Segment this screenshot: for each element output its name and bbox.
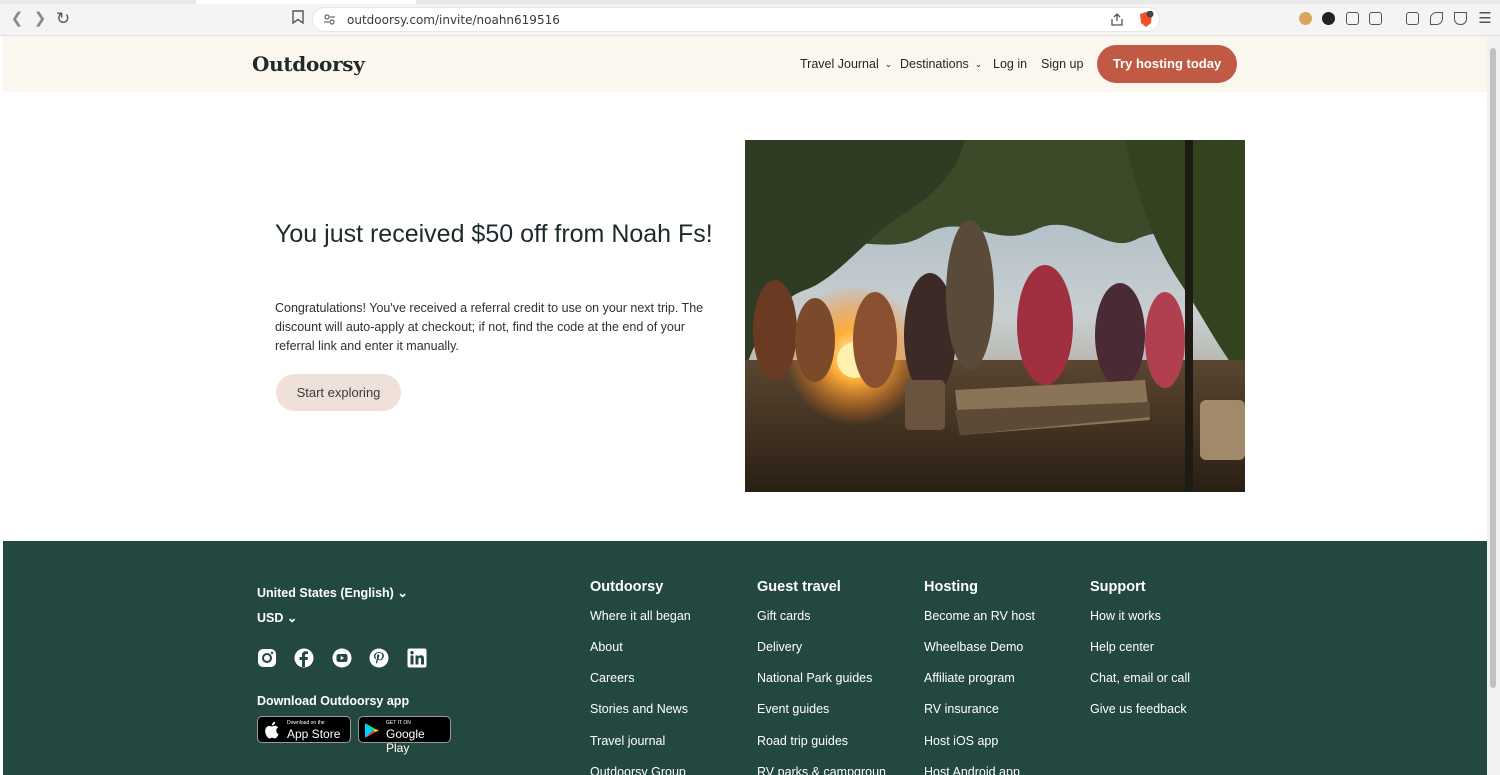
site-settings-icon[interactable] — [323, 13, 336, 31]
footer-link[interactable]: Where it all began — [590, 609, 691, 623]
facebook-icon[interactable] — [294, 648, 314, 668]
currency-selector[interactable]: USD ⌄ — [257, 610, 297, 625]
footer-link[interactable]: Host iOS app — [924, 734, 998, 748]
outdoorsy-logo[interactable]: Outdoorsy — [252, 52, 365, 76]
site-footer: United States (English) ⌄ USD ⌄ Download… — [3, 541, 1487, 775]
brave-shield-icon[interactable] — [1138, 10, 1154, 33]
start-exploring-button[interactable]: Start exploring — [276, 374, 401, 411]
active-tab[interactable] — [196, 0, 416, 4]
pinterest-icon[interactable] — [369, 648, 389, 668]
address-bar[interactable]: outdoorsy.com/invite/noahn619516 — [312, 7, 1160, 32]
puzzle-icon[interactable] — [1346, 12, 1359, 25]
footer-link[interactable]: About — [590, 640, 623, 654]
hero-title: You just received $50 off from Noah Fs! — [275, 220, 713, 248]
share-icon[interactable] — [1110, 13, 1124, 31]
footer-col-title: Guest travel — [757, 579, 841, 595]
footer-link[interactable]: RV insurance — [924, 702, 999, 716]
campfire-photo — [745, 140, 1245, 492]
app-store-small: Download on the — [287, 720, 325, 726]
currency-label: USD — [257, 611, 284, 625]
footer-link[interactable]: Give us feedback — [1090, 702, 1187, 716]
google-play-icon — [364, 722, 380, 744]
forward-icon[interactable]: ❯ — [31, 10, 49, 28]
footer-link[interactable]: How it works — [1090, 609, 1161, 623]
footer-col-title: Hosting — [924, 579, 978, 595]
footer-link[interactable]: National Park guides — [757, 671, 872, 685]
chevron-down-icon: ⌄ — [397, 586, 408, 600]
scrollbar-thumb[interactable] — [1490, 48, 1496, 688]
wallet-icon[interactable] — [1406, 12, 1419, 25]
footer-col-title: Outdoorsy — [590, 579, 664, 595]
footer-link[interactable]: Road trip guides — [757, 734, 848, 748]
footer-link[interactable]: Outdoorsy Group — [590, 765, 686, 775]
bookmark-icon[interactable] — [289, 10, 307, 28]
menu-icon[interactable]: ☰ — [1476, 10, 1494, 28]
app-store-label: App Store — [287, 727, 341, 741]
google-play-badge[interactable]: GET IT ON Google Play — [358, 716, 451, 755]
download-app-title: Download Outdoorsy app — [257, 694, 410, 708]
extension-icon[interactable] — [1322, 12, 1335, 25]
web-page: Outdoorsy Travel Journal ⌄ Destinations ⌄ … — [3, 36, 1487, 775]
footer-link[interactable]: Stories and News — [590, 702, 688, 716]
app-store-badge[interactable]: Download on the App Store — [257, 716, 351, 743]
chevron-down-icon: ⌄ — [884, 59, 893, 69]
tab-strip — [0, 0, 1500, 4]
leo-ai-icon[interactable] — [1430, 12, 1443, 25]
chevron-down-icon: ⌄ — [974, 59, 983, 69]
footer-link[interactable]: Delivery — [757, 640, 802, 654]
extension-icon[interactable] — [1299, 12, 1312, 25]
footer-col-title: Support — [1090, 579, 1146, 595]
footer-link[interactable]: Travel journal — [590, 734, 665, 748]
nav-sign-up[interactable]: Sign up — [1041, 57, 1083, 71]
footer-link[interactable]: Help center — [1090, 640, 1154, 654]
nav-travel-journal[interactable]: Travel Journal ⌄ — [800, 57, 892, 71]
nav-destinations[interactable]: Destinations ⌄ — [900, 57, 982, 71]
google-play-small: GET IT ON — [386, 720, 411, 726]
apple-icon — [264, 721, 279, 744]
footer-link[interactable]: Affiliate program — [924, 671, 1015, 685]
footer-link[interactable]: Host Android app — [924, 765, 1020, 775]
youtube-icon[interactable] — [332, 648, 352, 668]
browser-toolbar: ❮ ❯ ↻ outdoorsy.com/invite/noahn619516 ☰ — [0, 0, 1500, 36]
nav-log-in[interactable]: Log in — [993, 57, 1027, 71]
footer-link[interactable]: Become an RV host — [924, 609, 1035, 623]
chevron-down-icon: ⌄ — [286, 611, 298, 625]
instagram-icon[interactable] — [257, 648, 277, 668]
linkedin-icon[interactable] — [407, 648, 427, 668]
try-hosting-button[interactable]: Try hosting today — [1097, 45, 1237, 83]
footer-link[interactable]: Gift cards — [757, 609, 811, 623]
page-scrollbar[interactable] — [1487, 36, 1500, 775]
google-play-label: Google Play — [386, 727, 425, 755]
url-text[interactable]: outdoorsy.com/invite/noahn619516 — [347, 13, 560, 27]
footer-link[interactable]: Event guides — [757, 702, 829, 716]
footer-link[interactable]: Careers — [590, 671, 634, 685]
reload-icon[interactable]: ↻ — [54, 10, 72, 28]
vpn-shield-icon[interactable] — [1454, 12, 1467, 25]
hero-body: Congratulations! You've received a refer… — [275, 301, 704, 353]
tab-search-icon[interactable] — [1369, 12, 1382, 25]
footer-link[interactable]: RV parks & campgroun — [757, 765, 886, 775]
nav-label: Destinations — [900, 57, 969, 71]
footer-link[interactable]: Chat, email or call — [1090, 671, 1190, 685]
nav-label: Travel Journal — [800, 57, 879, 71]
language-label: United States (English) — [257, 586, 394, 600]
site-header: Outdoorsy Travel Journal ⌄ Destinations ⌄ … — [3, 36, 1487, 92]
back-icon[interactable]: ❮ — [8, 10, 26, 28]
footer-link[interactable]: Wheelbase Demo — [924, 640, 1023, 654]
language-selector[interactable]: United States (English) ⌄ — [257, 585, 408, 600]
